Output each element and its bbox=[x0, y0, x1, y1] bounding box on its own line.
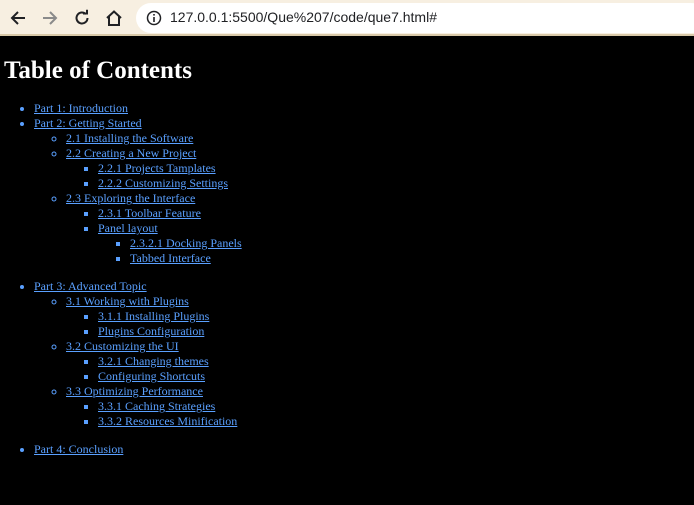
toc-item: 3.1 Working with Plugins 3.1.1 Installin… bbox=[66, 294, 690, 339]
toolbar-divider bbox=[0, 34, 694, 36]
toc-sublist: 3.2.1 Changing themes Configuring Shortc… bbox=[66, 354, 690, 384]
toc-item: Tabbed Interface bbox=[130, 251, 690, 266]
page-content: Table of Contents Part 1: Introduction P… bbox=[0, 56, 694, 457]
toc-link-part-2[interactable]: Part 2: Getting Started bbox=[34, 116, 142, 130]
toc-item: 3.1.1 Installing Plugins bbox=[98, 309, 690, 324]
toc-item: 2.2.2 Customizing Settings bbox=[98, 176, 690, 191]
toc-item: 2.2.1 Projects Tamplates bbox=[98, 161, 690, 176]
toc-item: 3.3.1 Caching Strategies bbox=[98, 399, 690, 414]
toc-link[interactable]: Plugins Configuration bbox=[98, 324, 204, 338]
toc-link[interactable]: 3.2 Customizing the UI bbox=[66, 339, 179, 353]
toc-item: 2.3.2.1 Docking Panels bbox=[130, 236, 690, 251]
toc-link[interactable]: 2.3.2.1 Docking Panels bbox=[130, 236, 242, 250]
toc-link[interactable]: 2.2 Creating a New Project bbox=[66, 146, 196, 160]
toc-item: 2.3 Exploring the Interface 2.3.1 Toolba… bbox=[66, 191, 690, 266]
info-icon[interactable] bbox=[146, 10, 162, 26]
toc-item: Configuring Shortcuts bbox=[98, 369, 690, 384]
toc-sublist: 3.3.1 Caching Strategies 3.3.2 Resources… bbox=[66, 399, 690, 429]
toc-item: 2.2 Creating a New Project 2.2.1 Project… bbox=[66, 146, 690, 191]
browser-toolbar: 127.0.0.1:5500/Que%207/code/que7.html# bbox=[0, 0, 694, 36]
toc-item-part-2: Part 2: Getting Started 2.1 Installing t… bbox=[34, 116, 690, 266]
toc-link[interactable]: Configuring Shortcuts bbox=[98, 369, 205, 383]
toc-item: Plugins Configuration bbox=[98, 324, 690, 339]
toc-link[interactable]: Panel layout bbox=[98, 221, 158, 235]
toc-item: Panel layout 2.3.2.1 Docking Panels Tabb… bbox=[98, 221, 690, 266]
toc-item: 2.1 Installing the Software bbox=[66, 131, 690, 146]
url-text[interactable]: 127.0.0.1:5500/Que%207/code/que7.html# bbox=[170, 9, 437, 25]
toc-link[interactable]: 3.1 Working with Plugins bbox=[66, 294, 189, 308]
toc-item-part-3: Part 3: Advanced Topic 3.1 Working with … bbox=[34, 279, 690, 429]
toc-list: Part 1: Introduction Part 2: Getting Sta… bbox=[4, 101, 690, 457]
toc-item: 3.3.2 Resources Minification bbox=[98, 414, 690, 429]
reload-icon[interactable] bbox=[70, 6, 94, 30]
toc-link[interactable]: 3.3.2 Resources Minification bbox=[98, 414, 237, 428]
toc-item: 3.2 Customizing the UI 3.2.1 Changing th… bbox=[66, 339, 690, 384]
toc-item: 2.3.1 Toolbar Feature bbox=[98, 206, 690, 221]
toc-item: 3.2.1 Changing themes bbox=[98, 354, 690, 369]
toc-link[interactable]: 2.3.1 Toolbar Feature bbox=[98, 206, 201, 220]
home-icon[interactable] bbox=[102, 6, 126, 30]
toc-link[interactable]: 2.3 Exploring the Interface bbox=[66, 191, 195, 205]
toc-item-part-1: Part 1: Introduction bbox=[34, 101, 690, 116]
toc-sublist: 2.3.1 Toolbar Feature Panel layout 2.3.2… bbox=[66, 206, 690, 266]
toc-link-part-3[interactable]: Part 3: Advanced Topic bbox=[34, 279, 147, 293]
back-arrow-icon[interactable] bbox=[6, 6, 30, 30]
toc-link[interactable]: 3.3 Optimizing Performance bbox=[66, 384, 203, 398]
toc-sublist: 2.1 Installing the Software 2.2 Creating… bbox=[34, 131, 690, 266]
toc-sublist: 2.2.1 Projects Tamplates 2.2.2 Customizi… bbox=[66, 161, 690, 191]
toc-sublist: 2.3.2.1 Docking Panels Tabbed Interface bbox=[98, 236, 690, 266]
toc-link[interactable]: 2.1 Installing the Software bbox=[66, 131, 193, 145]
toc-link[interactable]: Tabbed Interface bbox=[130, 251, 211, 265]
toc-sublist: 3.1 Working with Plugins 3.1.1 Installin… bbox=[34, 294, 690, 429]
forward-arrow-icon[interactable] bbox=[38, 6, 62, 30]
toc-link[interactable]: 2.2.2 Customizing Settings bbox=[98, 176, 228, 190]
toc-link[interactable]: 3.1.1 Installing Plugins bbox=[98, 309, 209, 323]
toc-link-part-4[interactable]: Part 4: Conclusion bbox=[34, 442, 123, 456]
toc-sublist: 3.1.1 Installing Plugins Plugins Configu… bbox=[66, 309, 690, 339]
toc-link[interactable]: 3.2.1 Changing themes bbox=[98, 354, 209, 368]
toc-link[interactable]: 2.2.1 Projects Tamplates bbox=[98, 161, 216, 175]
page-title: Table of Contents bbox=[4, 57, 192, 84]
address-bar[interactable]: 127.0.0.1:5500/Que%207/code/que7.html# bbox=[136, 3, 694, 33]
toc-item-part-4: Part 4: Conclusion bbox=[34, 442, 690, 457]
toc-item: 3.3 Optimizing Performance 3.3.1 Caching… bbox=[66, 384, 690, 429]
toc-link[interactable]: 3.3.1 Caching Strategies bbox=[98, 399, 215, 413]
toc-link-part-1[interactable]: Part 1: Introduction bbox=[34, 101, 128, 115]
